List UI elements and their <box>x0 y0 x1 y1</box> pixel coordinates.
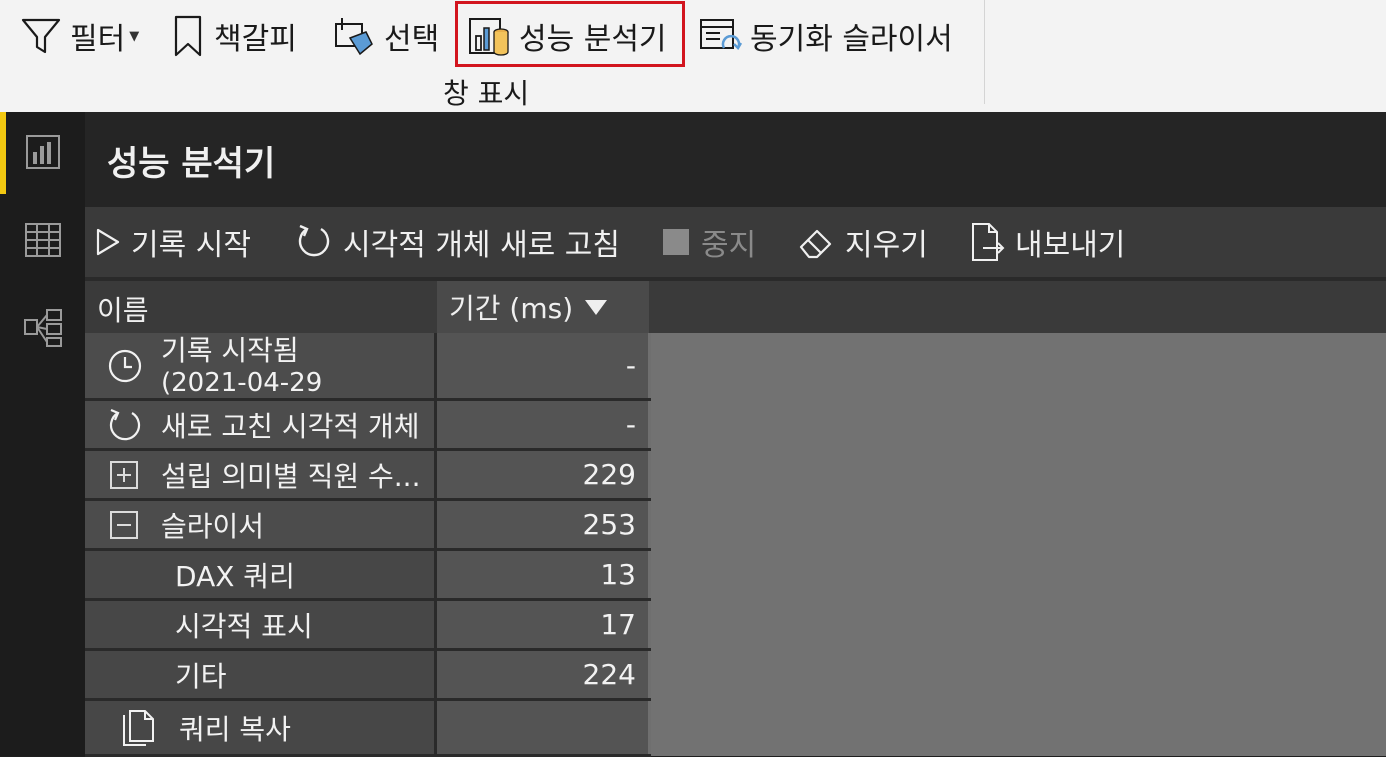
row-name-line1: 기록 시작됨 <box>161 334 299 367</box>
row-duration: 17 <box>437 601 648 648</box>
row-name-cell: 시각적 표시 <box>85 601 437 648</box>
row-duration: - <box>437 401 648 448</box>
filter-button[interactable]: 필터 ▼ <box>20 6 139 66</box>
play-icon <box>96 228 120 256</box>
clear-button[interactable]: 지우기 <box>797 219 928 265</box>
refresh-visuals-button[interactable]: 시각적 개체 새로 고침 <box>295 219 620 265</box>
table-row[interactable]: 설립 의미별 직원 수... 229 <box>85 451 651 501</box>
column-header-name[interactable]: 이름 <box>97 289 149 329</box>
row-name-cell: 슬라이서 <box>85 501 437 548</box>
row-duration: 253 <box>437 501 648 548</box>
model-view-icon <box>23 309 62 347</box>
results-table: 기록 시작됨 (2021-04-29 18:58:04) - 새로 고친 시각적… <box>85 333 651 757</box>
collapse-icon[interactable] <box>109 510 139 540</box>
sync-slicers-label: 동기화 슬라이서 <box>750 22 953 57</box>
row-duration: 229 <box>437 451 648 498</box>
start-recording-button[interactable]: 기록 시작 <box>95 219 251 265</box>
export-button[interactable]: 내보내기 <box>969 219 1125 265</box>
refresh-icon <box>109 408 141 440</box>
row-name: 기타 <box>175 659 227 693</box>
row-name: 쿼리 복사 <box>179 712 291 746</box>
row-name: 슬라이서 <box>161 509 265 543</box>
row-name-cell: 기록 시작됨 (2021-04-29 18:58:04) <box>85 333 437 430</box>
table-row[interactable]: 시각적 표시 17 <box>85 601 651 651</box>
filter-icon <box>21 18 61 54</box>
pane-title: 성능 분석기 <box>107 144 276 184</box>
table-header: 이름 기간 (ms) <box>85 281 1386 333</box>
table-icon <box>24 223 61 257</box>
filter-label: 필터 <box>70 22 126 57</box>
sort-descending-icon <box>585 299 608 315</box>
pane-toolbar: 기록 시작 시각적 개체 새로 고침 중지 지우기 내보내기 <box>85 207 1386 277</box>
export-icon <box>972 223 1005 261</box>
row-name: 시각적 표시 <box>175 609 313 643</box>
highlight-box <box>455 1 685 67</box>
column-header-duration-label: 기간 (ms) <box>449 292 574 325</box>
selection-icon <box>335 18 373 56</box>
clock-icon <box>108 349 142 382</box>
eraser-icon <box>799 229 832 259</box>
refresh-visuals-label: 시각적 개체 새로 고침 <box>343 228 621 263</box>
ribbon: 필터 ▼ 책갈피 선택 성능 분석기 동기화 슬라이서 창 표시 <box>0 0 1386 113</box>
row-name: DAX 쿼리 <box>175 559 295 593</box>
table-row[interactable]: 슬라이서 253 <box>85 501 651 551</box>
row-name-cell: 새로 고친 시각적 개체 <box>85 401 437 448</box>
table-row[interactable]: 기록 시작됨 (2021-04-29 18:58:04) - <box>85 333 651 430</box>
copy-icon <box>123 709 154 746</box>
sync-slicers-button[interactable]: 동기화 슬라이서 <box>698 6 953 66</box>
nav-report-view[interactable] <box>0 112 85 194</box>
row-duration: 224 <box>437 651 648 698</box>
left-nav <box>0 112 85 756</box>
group-label: 창 표시 <box>443 77 530 110</box>
clear-label: 지우기 <box>845 228 928 263</box>
bookmark-icon <box>174 15 202 57</box>
row-name-cell: 기타 <box>85 651 437 698</box>
report-view-icon <box>25 135 60 169</box>
row-name-cell: DAX 쿼리 <box>85 551 437 598</box>
nav-model-view[interactable] <box>0 288 85 368</box>
refresh-icon <box>298 224 330 257</box>
row-duration: 13 <box>437 551 648 598</box>
copy-query-link[interactable]: 쿼리 복사 <box>85 701 437 754</box>
pane-header: 성능 분석기 <box>85 112 1386 207</box>
group-separator <box>984 0 985 104</box>
bookmark-label: 책갈피 <box>214 22 297 57</box>
row-duration <box>437 701 648 754</box>
nav-active-indicator <box>0 112 6 194</box>
column-header-duration[interactable]: 기간 (ms) <box>437 281 649 333</box>
start-recording-label: 기록 시작 <box>131 228 251 263</box>
chevron-down-icon: ▼ <box>129 28 140 44</box>
stop-label: 중지 <box>701 228 757 263</box>
row-name-cell: 설립 의미별 직원 수... <box>85 451 437 498</box>
table-row[interactable]: 쿼리 복사 <box>85 701 651 757</box>
row-duration: - <box>437 333 648 398</box>
sync-slicers-icon <box>700 19 742 51</box>
expand-icon[interactable] <box>109 460 139 490</box>
table-row[interactable]: 새로 고친 시각적 개체 - <box>85 401 651 451</box>
export-label: 내보내기 <box>1015 228 1126 263</box>
row-name: 새로 고친 시각적 개체 <box>161 409 420 443</box>
bookmark-button[interactable]: 책갈피 <box>170 6 297 66</box>
pane-empty-area <box>651 333 1386 756</box>
stop-button[interactable]: 중지 <box>661 219 756 265</box>
selection-button[interactable]: 선택 <box>332 6 439 66</box>
nav-data-view[interactable] <box>0 200 85 280</box>
stop-icon <box>663 229 689 255</box>
performance-analyzer-pane: 성능 분석기 기록 시작 시각적 개체 새로 고침 중지 지우기 내보내기 이름… <box>85 112 1386 757</box>
table-row[interactable]: DAX 쿼리 13 <box>85 551 651 601</box>
row-name: 설립 의미별 직원 수... <box>161 459 421 493</box>
table-row[interactable]: 기타 224 <box>85 651 651 701</box>
selection-label: 선택 <box>384 22 440 57</box>
